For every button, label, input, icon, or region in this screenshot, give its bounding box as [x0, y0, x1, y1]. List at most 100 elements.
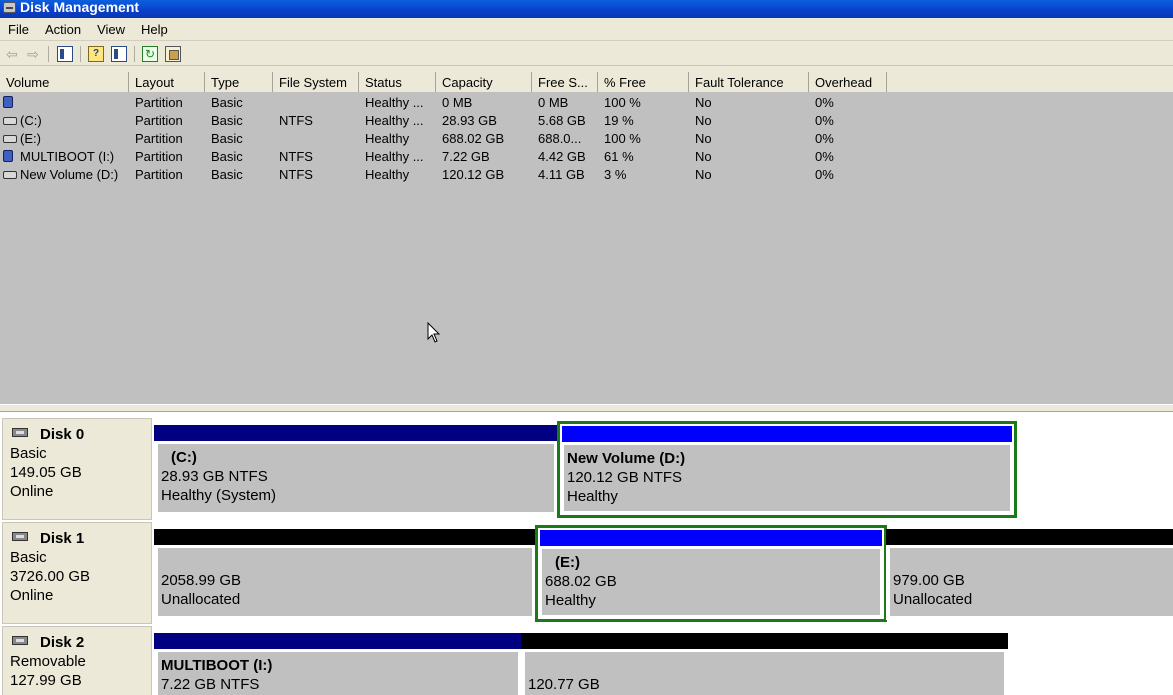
column-file-system[interactable]: File System — [273, 72, 359, 92]
back-arrow-icon[interactable]: ⇦ — [4, 46, 20, 62]
partition-size: 120.77 GB — [528, 676, 600, 693]
disk-2-label[interactable]: Disk 2 Removable 127.99 GB — [2, 626, 152, 695]
partition-unallocated-1[interactable]: 2058.99 GB Unallocated — [154, 529, 536, 620]
pane-splitter[interactable] — [0, 404, 1173, 412]
partition-body: 979.00 GB Unallocated — [890, 548, 1173, 616]
partition-bar — [540, 530, 882, 546]
partition-title: (C:) — [171, 449, 197, 466]
cell-capacity: 120.12 GB — [442, 167, 505, 182]
menu-bar: File Action View Help — [0, 19, 1173, 41]
partition-unallocated-3[interactable]: 120.77 GB — [521, 633, 1008, 695]
toolbar: ⇦ ⇨ ? ↻ — [0, 42, 1173, 66]
cell-free-space: 4.42 GB — [538, 149, 586, 164]
table-row[interactable]: MULTIBOOT (I:) Partition Basic NTFS Heal… — [0, 148, 1173, 166]
column-volume[interactable]: Volume — [0, 72, 129, 92]
partition-e[interactable]: (E:) 688.02 GB Healthy — [535, 525, 887, 622]
table-row[interactable]: (C:) Partition Basic NTFS Healthy ... 28… — [0, 112, 1173, 130]
cell-percent-free: 61 % — [604, 149, 634, 164]
partition-body: (E:) 688.02 GB Healthy — [542, 549, 880, 615]
cell-percent-free: 100 % — [604, 131, 641, 146]
partition-status: Healthy — [567, 488, 618, 505]
drive-icon — [3, 171, 17, 179]
cell-volume — [0, 94, 129, 112]
partition-unallocated-2[interactable]: 979.00 GB Unallocated — [886, 529, 1173, 620]
column-percent-free[interactable]: % Free — [598, 72, 689, 92]
partition-body: MULTIBOOT (I:) 7.22 GB NTFS — [158, 652, 518, 695]
show-hide-console-tree-icon[interactable] — [57, 46, 73, 62]
partition-size: 2058.99 GB — [161, 572, 242, 589]
menu-action[interactable]: Action — [37, 19, 89, 41]
cell-free-space: 688.0... — [538, 131, 582, 146]
cell-percent-free: 3 % — [604, 167, 627, 182]
column-layout[interactable]: Layout — [129, 72, 205, 92]
column-capacity[interactable]: Capacity — [436, 72, 532, 92]
cell-free-space: 0 MB — [538, 95, 569, 110]
partition-c[interactable]: (C:) 28.93 GB NTFS Healthy (System) — [154, 425, 558, 516]
disk-0-state: Online — [10, 483, 54, 500]
column-overhead[interactable]: Overhead — [809, 72, 887, 92]
help-icon[interactable]: ? — [88, 46, 104, 62]
disk-0-kind: Basic — [10, 445, 47, 462]
cell-fault-tolerance: No — [695, 95, 712, 110]
cell-status: Healthy ... — [365, 95, 424, 110]
partition-bar — [562, 426, 1012, 442]
cell-layout: Partition — [135, 95, 183, 110]
table-row[interactable]: (E:) Partition Basic Healthy 688.02 GB 6… — [0, 130, 1173, 148]
cell-overhead: 0% — [815, 95, 834, 110]
toolbar-separator — [80, 46, 81, 62]
disk-0-size: 149.05 GB — [10, 464, 82, 481]
removable-disk-icon — [12, 636, 28, 645]
partition-bar — [154, 425, 558, 441]
window-title: Disk Management — [20, 0, 140, 15]
cell-file-system: NTFS — [279, 167, 313, 182]
cell-type: Basic — [211, 95, 243, 110]
menu-view[interactable]: View — [89, 19, 133, 41]
cell-type: Basic — [211, 167, 243, 182]
cell-type: Basic — [211, 113, 243, 128]
disk-1-size: 3726.00 GB — [10, 568, 91, 585]
drive-icon — [3, 135, 17, 143]
disk-2-name: Disk 2 — [10, 633, 151, 652]
partition-title: New Volume (D:) — [567, 450, 686, 467]
cell-type: Basic — [211, 149, 243, 164]
partition-i[interactable]: MULTIBOOT (I:) 7.22 GB NTFS — [154, 633, 522, 695]
column-fault-tolerance[interactable]: Fault Tolerance — [689, 72, 809, 92]
disk-2-size: 127.99 GB — [10, 672, 82, 689]
cell-overhead: 0% — [815, 113, 834, 128]
cell-status: Healthy — [365, 131, 410, 146]
cell-overhead: 0% — [815, 131, 834, 146]
menu-help[interactable]: Help — [133, 19, 176, 41]
cell-capacity: 28.93 GB — [442, 113, 497, 128]
column-status[interactable]: Status — [359, 72, 436, 92]
cell-file-system: NTFS — [279, 113, 313, 128]
toolbar-separator — [48, 46, 49, 62]
partition-d[interactable]: New Volume (D:) 120.12 GB NTFS Healthy — [557, 421, 1017, 518]
volume-list: Volume Layout Type File System Status Ca… — [0, 72, 1173, 404]
partition-status: Unallocated — [893, 591, 973, 608]
cell-capacity: 7.22 GB — [442, 149, 490, 164]
column-free-space[interactable]: Free S... — [532, 72, 598, 92]
disk-0-name: Disk 0 — [10, 425, 151, 444]
partition-size: 120.12 GB NTFS — [567, 469, 683, 486]
disk-2-kind: Removable — [10, 653, 86, 670]
cell-overhead: 0% — [815, 167, 834, 182]
show-hide-action-pane-icon[interactable] — [111, 46, 127, 62]
refresh-icon[interactable]: ↻ — [142, 46, 158, 62]
forward-arrow-icon[interactable]: ⇨ — [25, 46, 41, 62]
cell-fault-tolerance: No — [695, 167, 712, 182]
cell-volume: New Volume (D:) — [0, 166, 129, 184]
cell-file-system — [273, 130, 359, 148]
table-row[interactable]: New Volume (D:) Partition Basic NTFS Hea… — [0, 166, 1173, 184]
partition-status: Healthy — [545, 592, 596, 609]
menu-file[interactable]: File — [0, 19, 37, 41]
disk-1-name: Disk 1 — [10, 529, 151, 548]
disk-0-label[interactable]: Disk 0 Basic 149.05 GB Online — [2, 418, 152, 520]
properties-icon[interactable] — [165, 46, 181, 62]
hard-disk-icon — [12, 532, 28, 541]
disk-1-label[interactable]: Disk 1 Basic 3726.00 GB Online — [2, 522, 152, 624]
partition-bar — [154, 529, 536, 545]
table-row[interactable]: Partition Basic Healthy ... 0 MB 0 MB 10… — [0, 94, 1173, 112]
partition-size: 28.93 GB NTFS — [161, 468, 268, 485]
column-type[interactable]: Type — [205, 72, 273, 92]
disk-1-state: Online — [10, 587, 54, 604]
